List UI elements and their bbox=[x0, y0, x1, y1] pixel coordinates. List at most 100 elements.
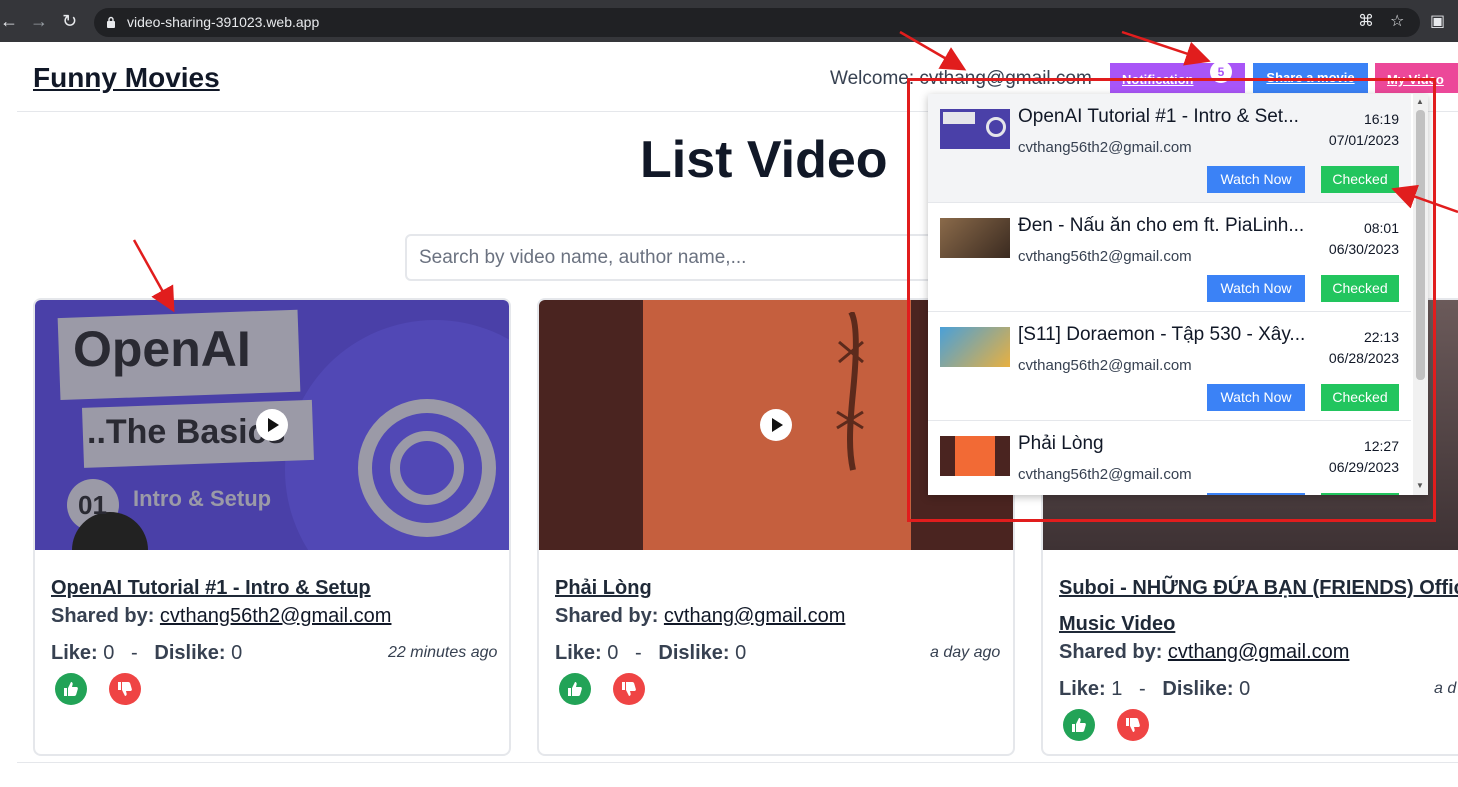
video-thumbnail[interactable]: OpenAI ..The Basics 01 Intro & Setup bbox=[35, 300, 509, 550]
thumb-text-subtitle: Intro & Setup bbox=[133, 486, 272, 511]
notification-title: [S11] Doraemon - Tập 530 - Xây... bbox=[1018, 324, 1306, 345]
notification-time: 16:19 bbox=[1363, 111, 1399, 127]
notification-item[interactable]: [S11] Doraemon - Tập 530 - Xây... 22:13 … bbox=[928, 312, 1411, 421]
url-text: video-sharing-391023.web.app bbox=[127, 14, 320, 30]
dislike-count: 0 bbox=[1239, 678, 1251, 700]
watch-now-button[interactable]: Watch Now bbox=[1207, 384, 1305, 411]
shared-by-row: Shared by: cvthang@gmail.com bbox=[555, 605, 845, 628]
notification-thumbnail bbox=[940, 218, 1010, 258]
like-count: 0 bbox=[607, 642, 619, 664]
back-icon[interactable]: ← bbox=[0, 11, 18, 31]
thumb-wall-patch bbox=[955, 436, 995, 476]
like-label: Like: bbox=[555, 642, 602, 664]
dislike-button[interactable] bbox=[109, 673, 141, 705]
dislike-label: Dislike: bbox=[154, 642, 226, 664]
browser-toolbar: ← → ↻ video-sharing-391023.web.app ⌘ ☆ ▣ bbox=[0, 0, 1458, 42]
lock-icon bbox=[107, 16, 115, 28]
author-link[interactable]: cvthang56th2@gmail.com bbox=[160, 605, 392, 627]
thumbs-up-icon bbox=[568, 682, 582, 696]
notification-date: 06/28/2023 bbox=[1328, 350, 1399, 366]
watch-now-button[interactable]: Watch Now bbox=[1207, 493, 1305, 495]
dislike-button[interactable] bbox=[613, 673, 645, 705]
translate-icon[interactable]: ⌘ bbox=[1358, 11, 1374, 31]
footer-divider bbox=[17, 762, 1458, 763]
gecko-image bbox=[836, 312, 864, 471]
brand-logo[interactable]: Funny Movies bbox=[33, 62, 220, 94]
author-link[interactable]: cvthang@gmail.com bbox=[1168, 641, 1349, 663]
shared-time: a day ago bbox=[930, 644, 1001, 661]
notification-date: 06/29/2023 bbox=[1328, 459, 1399, 475]
shared-by-row: Shared by: cvthang@gmail.com bbox=[1059, 641, 1349, 664]
reload-icon[interactable]: ↻ bbox=[62, 11, 77, 31]
scroll-up-icon[interactable]: ▲ bbox=[1416, 97, 1424, 106]
notification-dropdown: OpenAI Tutorial #1 - Intro & Set... 16:1… bbox=[928, 94, 1428, 495]
notification-title: OpenAI Tutorial #1 - Intro & Set... bbox=[1018, 106, 1299, 127]
thumb-logo-ring bbox=[986, 117, 1006, 137]
watch-now-button[interactable]: Watch Now bbox=[1207, 166, 1305, 193]
shared-by-label: Shared by: bbox=[555, 605, 659, 627]
notification-date: 07/01/2023 bbox=[1328, 132, 1399, 148]
author-link[interactable]: cvthang@gmail.com bbox=[664, 605, 845, 627]
play-icon[interactable] bbox=[760, 409, 792, 441]
checked-button[interactable]: Checked bbox=[1321, 384, 1399, 411]
thumb-text-openai: OpenAI bbox=[73, 321, 251, 377]
thumb-text-number: 01 bbox=[78, 490, 107, 520]
star-icon[interactable]: ☆ bbox=[1390, 11, 1404, 31]
video-title-line1: Suboi - NHỮNG ĐỨA BẠN (FRIENDS) Offic bbox=[1059, 577, 1458, 599]
video-title-line2: Music Video bbox=[1059, 613, 1176, 635]
thumbs-down-icon bbox=[118, 682, 132, 696]
dislike-label: Dislike: bbox=[1162, 678, 1234, 700]
address-bar[interactable]: video-sharing-391023.web.app bbox=[94, 8, 1420, 37]
notification-thumbnail bbox=[940, 436, 1010, 476]
notification-item[interactable]: Đen - Nấu ăn cho em ft. PiaLinh... 08:01… bbox=[928, 203, 1411, 312]
video-title[interactable]: OpenAI Tutorial #1 - Intro & Setup bbox=[51, 570, 509, 606]
thumb-text-basics: ..The Basics bbox=[87, 413, 286, 451]
notification-item[interactable]: Phải Lòng 12:27 06/29/2023 cvthang56th2@… bbox=[928, 421, 1411, 495]
notification-title: Phải Lòng bbox=[1018, 433, 1104, 454]
notification-label: Notification bbox=[1122, 72, 1194, 87]
forward-icon[interactable]: → bbox=[30, 11, 48, 31]
notification-author: cvthang56th2@gmail.com bbox=[1018, 357, 1192, 374]
like-label: Like: bbox=[1059, 678, 1106, 700]
like-button[interactable] bbox=[55, 673, 87, 705]
dislike-label: Dislike: bbox=[658, 642, 730, 664]
reaction-count-row: Like: 0 - Dislike: 0 bbox=[555, 642, 746, 665]
reaction-count-row: Like: 1 - Dislike: 0 bbox=[1059, 678, 1250, 701]
like-count: 1 bbox=[1111, 678, 1123, 700]
like-button[interactable] bbox=[1063, 709, 1095, 741]
video-title[interactable]: Phải Lòng bbox=[555, 570, 1013, 606]
welcome-text: Welcome: cvthang@gmail.com bbox=[830, 68, 1092, 89]
play-icon[interactable] bbox=[256, 409, 288, 441]
checked-button[interactable]: Checked bbox=[1321, 493, 1399, 495]
dropdown-scrollbar[interactable]: ▲ ▼ bbox=[1413, 94, 1428, 495]
thumb-label-patch bbox=[943, 112, 975, 124]
sidepanel-icon[interactable]: ▣ bbox=[1430, 11, 1445, 31]
shared-time: a d bbox=[1434, 680, 1457, 697]
notification-time: 08:01 bbox=[1363, 220, 1399, 236]
thumbs-down-icon bbox=[1126, 718, 1140, 732]
thumbs-up-icon bbox=[1072, 718, 1086, 732]
notification-thumbnail bbox=[940, 327, 1010, 367]
watch-now-button[interactable]: Watch Now bbox=[1207, 275, 1305, 302]
notification-time: 22:13 bbox=[1363, 329, 1399, 345]
video-card: OpenAI ..The Basics 01 Intro & Setup Ope… bbox=[33, 298, 511, 756]
video-title[interactable]: Suboi - NHỮNG ĐỨA BẠN (FRIENDS) Offic Mus… bbox=[1059, 570, 1458, 642]
notification-item[interactable]: OpenAI Tutorial #1 - Intro & Set... 16:1… bbox=[928, 94, 1411, 203]
share-movie-button[interactable]: Share a movie bbox=[1253, 63, 1368, 93]
notification-thumbnail bbox=[940, 109, 1010, 149]
my-video-button[interactable]: My Video bbox=[1375, 63, 1458, 93]
dislike-count: 0 bbox=[735, 642, 747, 664]
notification-count-badge: 5 bbox=[1210, 61, 1232, 83]
search-input[interactable] bbox=[405, 234, 965, 281]
page-title: List Video bbox=[640, 131, 888, 189]
shared-by-label: Shared by: bbox=[1059, 641, 1163, 663]
shared-by-label: Shared by: bbox=[51, 605, 155, 627]
checked-button[interactable]: Checked bbox=[1321, 166, 1399, 193]
checked-button[interactable]: Checked bbox=[1321, 275, 1399, 302]
scroll-down-icon[interactable]: ▼ bbox=[1416, 481, 1424, 490]
scrollbar-thumb[interactable] bbox=[1416, 110, 1425, 380]
notification-author: cvthang56th2@gmail.com bbox=[1018, 248, 1192, 265]
separator: - bbox=[131, 642, 138, 664]
like-button[interactable] bbox=[559, 673, 591, 705]
dislike-button[interactable] bbox=[1117, 709, 1149, 741]
